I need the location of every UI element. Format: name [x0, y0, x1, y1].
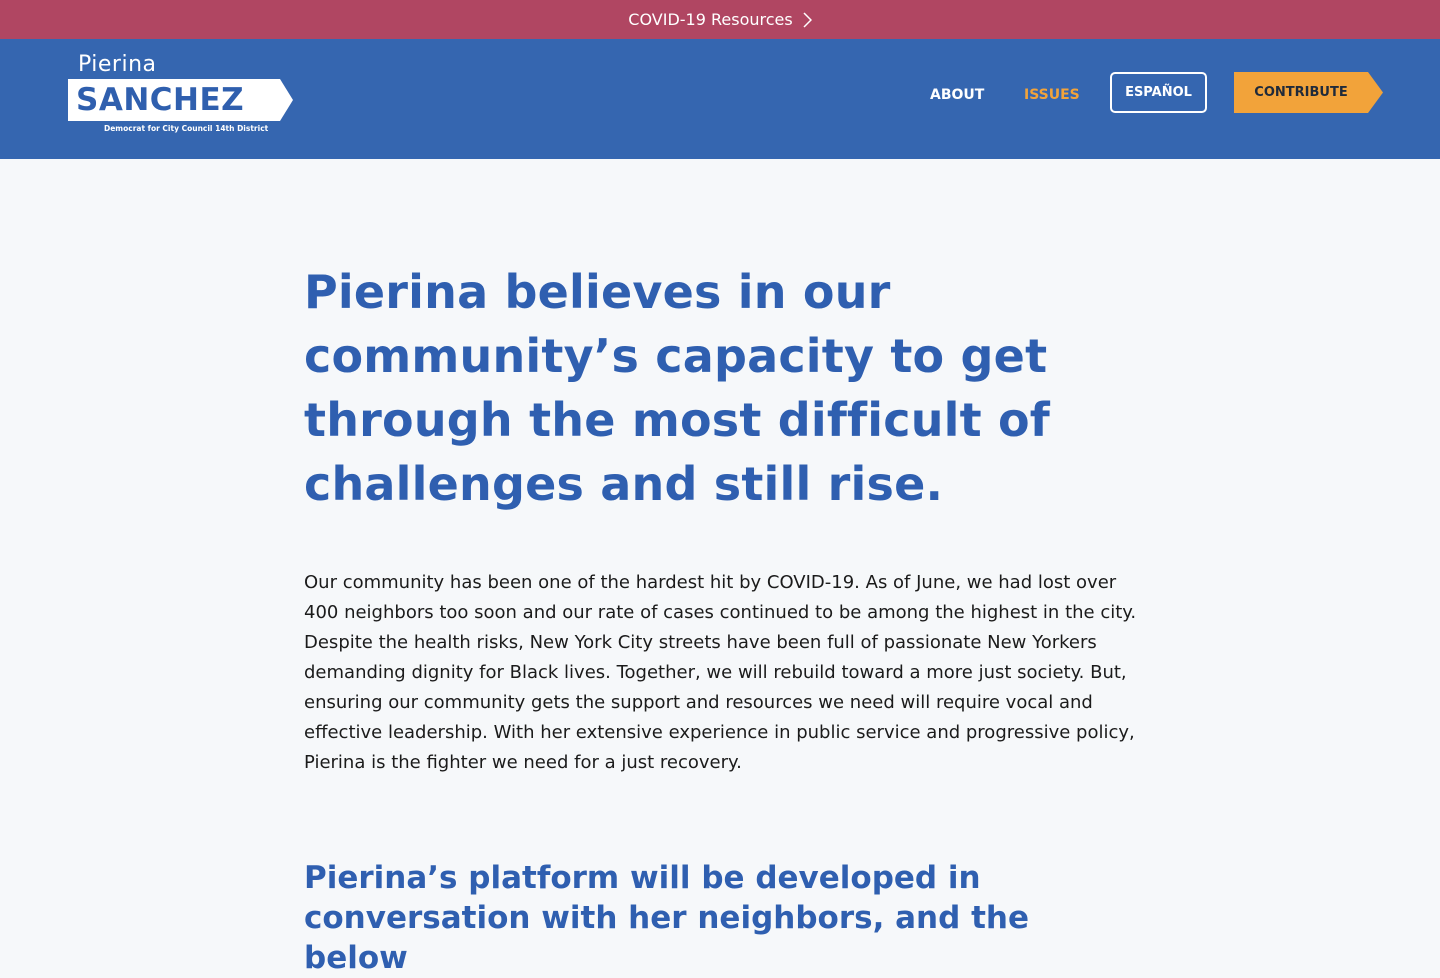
page-headline: Pierina believes in our community’s capa… [304, 265, 1051, 511]
platform-subheading: Pierina’s platform will be developed in … [304, 860, 1030, 976]
contribute-button-label: CONTRIBUTE [1254, 85, 1348, 100]
espanol-button-label: ESPAÑOL [1125, 85, 1192, 100]
logo-first-name: Pierina [78, 52, 157, 77]
espanol-button[interactable]: ESPAÑOL [1110, 72, 1207, 113]
main-content: Pierina believes in our community’s capa… [304, 260, 1144, 978]
chevron-right-icon [803, 11, 812, 28]
nav-issues-link[interactable]: ISSUES [1024, 87, 1080, 103]
site-header: Pierina SANCHEZ Democrat for City Counci… [0, 39, 1440, 159]
logo-tagline: Democrat for City Council 14th District [104, 124, 269, 133]
covid-resources-banner[interactable]: COVID-19 Resources [0, 0, 1440, 39]
covid-resources-link[interactable]: COVID-19 Resources [628, 10, 792, 29]
campaign-logo[interactable]: Pierina SANCHEZ Democrat for City Counci… [68, 52, 298, 142]
logo-last-name: SANCHEZ [76, 82, 245, 118]
contribute-button[interactable]: CONTRIBUTE [1234, 72, 1384, 113]
intro-paragraph: Our community has been one of the hardes… [304, 572, 1137, 773]
nav-about-link[interactable]: ABOUT [930, 87, 984, 103]
